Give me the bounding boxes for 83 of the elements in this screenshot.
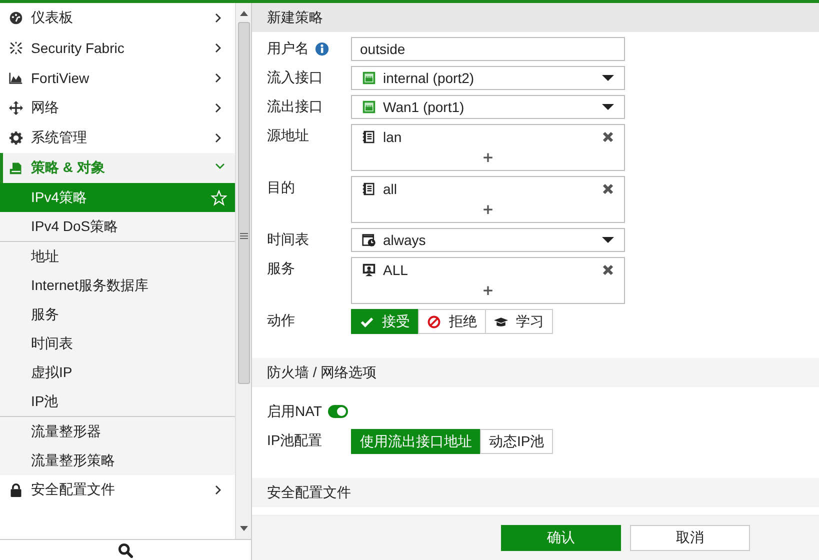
add-button[interactable]: +	[478, 281, 498, 301]
section-header: 安全配置文件	[252, 478, 819, 507]
gear-icon	[9, 131, 23, 145]
check-icon	[360, 314, 374, 328]
input-field[interactable]: outside	[351, 37, 625, 61]
dashboard-icon	[9, 11, 23, 25]
star-icon[interactable]	[211, 190, 227, 206]
address-list-icon	[362, 130, 376, 144]
sidebar-item[interactable]: 仪表板	[0, 3, 235, 33]
toggle-switch[interactable]	[328, 405, 348, 418]
menu-label: 系统管理	[31, 129, 88, 147]
prohibited-icon	[427, 314, 441, 328]
remove-icon[interactable]	[602, 183, 614, 195]
option-button[interactable]: 拒绝	[418, 309, 486, 334]
confirm-button[interactable]: 确认	[501, 525, 621, 551]
field-label: 启用NAT	[267, 403, 322, 421]
sidebar-subitem[interactable]: 流量整形策略	[0, 446, 235, 475]
field-label: IP池配置	[267, 432, 322, 450]
port-icon	[362, 71, 376, 85]
selected-entry: lan	[383, 129, 403, 145]
sidebar-item[interactable]: 系统管理	[0, 123, 235, 153]
dropdown[interactable]: Wan1 (port1)	[351, 95, 625, 119]
sidebar-subitem[interactable]: IPv4策略	[0, 183, 235, 212]
port-icon	[362, 100, 376, 114]
field-label: 源地址	[267, 127, 309, 145]
search-icon[interactable]	[118, 542, 133, 558]
option-button[interactable]: 使用流出接口地址	[351, 429, 481, 454]
selected-entry: ALL	[383, 262, 409, 278]
sidebar-item[interactable]: 策略 & 对象	[0, 153, 235, 183]
document-icon	[9, 161, 23, 175]
option-button[interactable]: 学习	[485, 309, 553, 334]
area-chart-icon	[9, 71, 23, 85]
sidebar-subitem[interactable]: 服务	[0, 300, 235, 329]
sidebar-subitem[interactable]: Internet服务数据库	[0, 271, 235, 300]
menu-label: Security Fabric	[31, 40, 126, 56]
sidebar-subitem[interactable]: IPv4 DoS策略	[0, 212, 235, 241]
scrollbar[interactable]	[235, 3, 251, 539]
sidebar-item[interactable]: FortiView	[0, 63, 235, 93]
selected-entry: all	[383, 181, 398, 197]
dropdown[interactable]: always	[351, 228, 625, 252]
sidebar-subitem[interactable]: 时间表	[0, 329, 235, 358]
graduation-cap-icon	[494, 314, 508, 328]
address-list-icon	[362, 182, 376, 196]
scroll-down-icon[interactable]	[240, 526, 248, 531]
dropdown[interactable]: internal (port2)	[351, 66, 625, 90]
scroll-thumb[interactable]	[238, 22, 250, 384]
caret-icon	[602, 237, 614, 243]
sidebar-item[interactable]: 安全配置文件	[0, 475, 235, 505]
menu-label: 网络	[31, 99, 60, 117]
field-label: 服务	[267, 260, 295, 278]
field-label: 时间表	[267, 231, 309, 249]
option-button[interactable]: 动态IP池	[480, 429, 554, 454]
calendar-clock-icon	[362, 233, 376, 247]
remove-icon[interactable]	[602, 264, 614, 276]
menu-label: 策略 & 对象	[31, 159, 106, 177]
menu-label: FortiView	[31, 70, 90, 86]
menu-label: 仪表板	[31, 9, 74, 27]
caret-icon	[602, 104, 614, 110]
sidebar-item[interactable]: 网络	[0, 93, 235, 123]
caret-icon	[602, 75, 614, 81]
move-arrows-icon	[9, 101, 23, 115]
field-label: 用户名	[267, 40, 309, 58]
cancel-button[interactable]: 取消	[630, 525, 750, 551]
field-label: 动作	[267, 312, 295, 330]
remove-icon[interactable]	[602, 131, 614, 143]
sidebar-subitem[interactable]: 流量整形器	[0, 416, 235, 446]
scroll-up-icon[interactable]	[240, 11, 248, 16]
fabric-icon	[9, 41, 23, 55]
field-label: 目的	[267, 179, 295, 197]
add-button[interactable]: +	[478, 148, 498, 168]
field-label: 流入接口	[267, 69, 323, 87]
sidebar-subitem[interactable]: 地址	[0, 241, 235, 271]
field-label: 流出接口	[267, 98, 323, 116]
monitor-icon	[362, 263, 376, 277]
sidebar-subitem[interactable]: 虚拟IP	[0, 358, 235, 387]
add-button[interactable]: +	[478, 200, 498, 220]
option-button[interactable]: 接受	[351, 309, 419, 334]
section-header: 新建策略	[252, 3, 819, 32]
lock-icon	[9, 483, 23, 497]
sidebar-subitem[interactable]: IP池	[0, 387, 235, 416]
sidebar-item[interactable]: Security Fabric	[0, 33, 235, 63]
menu-label: 安全配置文件	[31, 481, 116, 499]
section-header: 防火墙 / 网络选项	[252, 358, 819, 387]
